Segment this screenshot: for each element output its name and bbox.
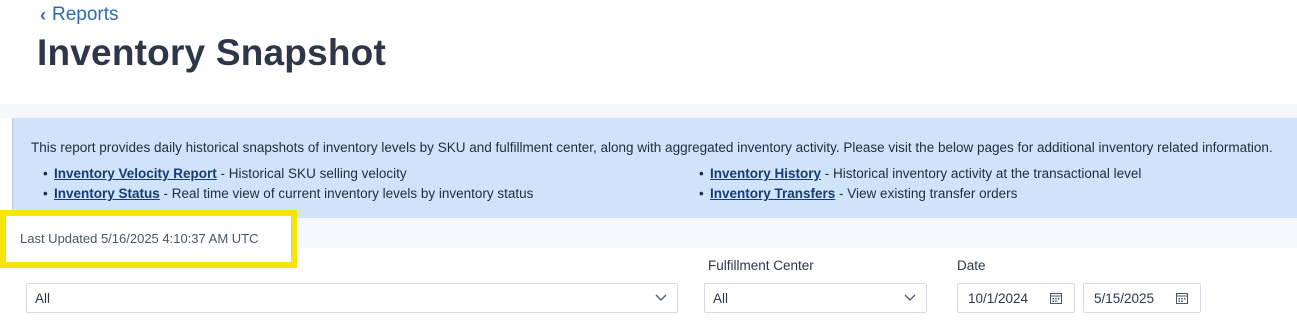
fulfillment-center-value: All — [713, 291, 729, 306]
date-label: Date — [957, 258, 986, 273]
first-filter-value: All — [35, 291, 51, 306]
calendar-icon[interactable] — [1050, 292, 1062, 304]
start-date-input[interactable]: 10/1/2024 — [957, 283, 1075, 313]
bullet-icon: • — [43, 186, 48, 201]
last-updated-text: Last Updated 5/16/2025 4:10:37 AM UTC — [20, 231, 259, 246]
calendar-icon[interactable] — [1176, 292, 1188, 304]
list-item: • Inventory History - Historical inventor… — [699, 164, 1141, 184]
related-links-right: • Inventory History - Historical inventor… — [699, 164, 1141, 204]
inventory-history-link[interactable]: Inventory History — [710, 166, 821, 181]
fulfillment-center-label: Fulfillment Center — [708, 258, 814, 273]
fulfillment-center-select[interactable]: All — [704, 283, 927, 313]
header-divider — [0, 104, 1297, 118]
related-links-left: • Inventory Velocity Report - Historical … — [43, 164, 533, 204]
chevron-down-icon — [904, 294, 916, 301]
bullet-icon: • — [699, 186, 704, 201]
first-filter-select[interactable]: All — [26, 283, 678, 313]
list-item: • Inventory Status - Real time view of cu… — [43, 184, 533, 204]
link-description: - Historical inventory activity at the t… — [821, 166, 1142, 181]
page-title: Inventory Snapshot — [37, 32, 386, 73]
chevron-left-icon: ‹ — [40, 5, 46, 25]
link-description: - Real time view of current inventory le… — [159, 186, 534, 201]
info-banner: This report provides daily historical sn… — [12, 118, 1297, 218]
back-link-label: Reports — [52, 4, 119, 25]
info-description: This report provides daily historical sn… — [31, 140, 1273, 155]
start-date-value: 10/1/2024 — [968, 291, 1029, 306]
end-date-value: 5/15/2025 — [1094, 291, 1155, 306]
list-item: • Inventory Transfers - View existing tra… — [699, 184, 1141, 204]
inventory-transfers-link[interactable]: Inventory Transfers — [710, 186, 835, 201]
inventory-velocity-report-link[interactable]: Inventory Velocity Report — [54, 166, 217, 181]
chevron-down-icon — [655, 294, 667, 301]
list-item: • Inventory Velocity Report - Historical … — [43, 164, 533, 184]
back-to-reports-link[interactable]: ‹ Reports — [40, 4, 119, 26]
end-date-input[interactable]: 5/15/2025 — [1083, 283, 1201, 313]
bullet-icon: • — [699, 166, 704, 181]
bullet-icon: • — [43, 166, 48, 181]
link-description: - View existing transfer orders — [835, 186, 1018, 201]
inventory-status-link[interactable]: Inventory Status — [54, 186, 160, 201]
link-description: - Historical SKU selling velocity — [216, 166, 407, 181]
last-updated-highlight: Last Updated 5/16/2025 4:10:37 AM UTC — [0, 210, 297, 268]
